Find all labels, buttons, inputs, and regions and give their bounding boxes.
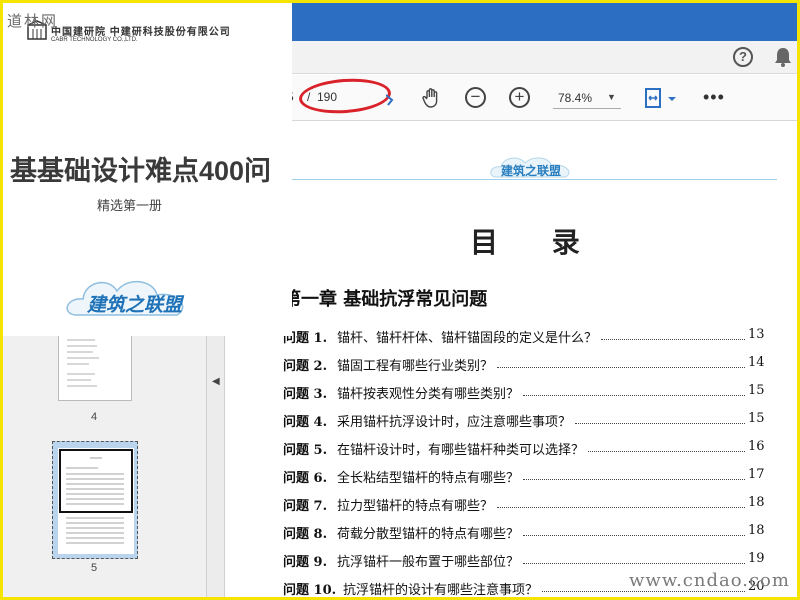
zoom-value: 78.4%	[558, 91, 593, 105]
page-fit-icon[interactable]	[644, 87, 678, 111]
chevron-down-icon: ▼	[607, 92, 616, 102]
toc-entry-number: 问题 9.	[283, 555, 328, 570]
toc-entry[interactable]: 问题 1. 锚杆、锚杆杆体、锚杆锚固段的定义是什么？ 13	[283, 327, 765, 347]
toc-entry-page: 18	[748, 523, 765, 538]
toc-entry-number: 问题 10.	[283, 583, 337, 598]
thumbnail-preview	[58, 448, 134, 554]
thumbnail-label: 4	[91, 411, 98, 423]
toc-entry-page: 18	[748, 495, 765, 510]
header-logo-icon: 建筑之联盟	[490, 157, 570, 178]
toc-entry[interactable]: 问题 8. 荷载分散型锚杆的特点有哪些？ 18	[283, 523, 765, 543]
toc-entry-question: 荷载分散型锚杆的特点有哪些？	[337, 527, 520, 542]
toc-leader-dots	[523, 556, 745, 564]
toc-entry-question: 抗浮锚杆的设计有哪些注意事项？	[343, 583, 539, 598]
brand-logo-icon: 建筑之联盟	[66, 281, 185, 316]
toc-entry-number: 问题 7.	[283, 499, 328, 514]
toc-entry-page: 16	[748, 439, 765, 454]
toc-entry-page: 13	[748, 327, 765, 342]
toc-entry-number: 问题 4.	[283, 415, 328, 430]
toc-entry[interactable]: 问题 6. 全长粘结型锚杆的特点有哪些？ 17	[283, 467, 765, 487]
chapter-heading: 第一章 基础抗浮常见问题	[283, 289, 488, 310]
toc-entry[interactable]: 问题 7. 拉力型锚杆的特点有哪些？ 18	[283, 495, 765, 515]
toc-entry-number: 问题 2.	[283, 359, 328, 374]
toc-entry-page: 15	[748, 411, 765, 426]
toc-entry[interactable]: 问题 2. 锚固工程有哪些行业类别？ 14	[283, 355, 765, 375]
toc-entry-number: 问题 8.	[283, 527, 328, 542]
toc-leader-dots	[523, 528, 745, 536]
pointer-icon	[386, 94, 394, 106]
watermark-bottom: www.cndao.com	[629, 570, 790, 591]
org-name: 中国建研院 中建研科技股份有限公司	[51, 27, 231, 38]
svg-text:建筑之联盟: 建筑之联盟	[500, 163, 561, 178]
cover-subtitle: 精选第一册	[97, 198, 163, 213]
more-options-icon[interactable]: •••	[703, 87, 725, 108]
toc-entry-question: 锚杆按表观性分类有哪些类别？	[337, 387, 520, 402]
toc-entry-question: 拉力型锚杆的特点有哪些？	[337, 499, 494, 514]
toc-entry[interactable]: 问题 5. 在锚杆设计时，有哪些锚杆种类可以选择？ 16	[283, 439, 765, 459]
app-window: t) ? 5 / 190 − + 78.4% ▼	[0, 0, 800, 600]
cover-overlay: 中国建研院 中建研科技股份有限公司 CABR TECHNOLOGY CO.,LT…	[3, 3, 292, 336]
cover-title: 基基础设计难点400问	[10, 156, 272, 186]
toc-entry-page: 15	[748, 383, 765, 398]
toc-leader-dots	[588, 444, 745, 452]
toc-entry-question: 全长粘结型锚杆的特点有哪些？	[337, 471, 520, 486]
zoom-out-icon[interactable]: −	[465, 87, 486, 108]
toc-leader-dots	[497, 360, 745, 368]
toc-entry[interactable]: 问题 9. 抗浮锚杆一般布置于哪些部位？ 19	[283, 551, 765, 571]
toc-entry-number: 问题 3.	[283, 387, 328, 402]
bell-icon[interactable]	[773, 46, 793, 68]
document-page: 建筑之联盟 目 录 第一章 基础抗浮常见问题 问题 1. 锚杆、锚杆杆体、锚杆锚固…	[225, 121, 797, 598]
help-icon[interactable]: ?	[733, 47, 753, 67]
toc-entry-question: 抗浮锚杆一般布置于哪些部位？	[337, 555, 520, 570]
toc-entry-question: 锚杆、锚杆杆体、锚杆锚固段的定义是什么？	[337, 331, 598, 346]
svg-text:建筑之联盟: 建筑之联盟	[86, 294, 185, 316]
chevron-left-icon: ◀	[212, 376, 220, 387]
toc-heading: 目 录	[470, 226, 602, 259]
toc-entry-question: 采用锚杆抗浮设计时，应注意哪些事项？	[337, 415, 572, 430]
zoom-in-icon[interactable]: +	[509, 87, 530, 108]
toc-entry-number: 问题 6.	[283, 471, 328, 486]
toc-leader-dots	[523, 472, 745, 480]
toc-leader-dots	[575, 416, 745, 424]
hand-tool-icon[interactable]	[420, 86, 444, 110]
toc-entry-page: 14	[748, 355, 765, 370]
annotation-ellipse	[297, 75, 393, 117]
watermark-top: 道林网	[7, 12, 59, 30]
toc-entry-page: 17	[748, 467, 765, 482]
toc-leader-dots	[497, 500, 745, 508]
thumbnail-page-5-selected[interactable]	[52, 441, 138, 559]
toc-entry-number: 问题 5.	[283, 443, 328, 458]
zoom-dropdown[interactable]: 78.4% ▼	[553, 89, 621, 109]
toc-entry[interactable]: 问题 3. 锚杆按表观性分类有哪些类别？ 15	[283, 383, 765, 403]
org-name-en: CABR TECHNOLOGY CO.,LTD.	[51, 37, 138, 43]
toc-entry-page: 19	[748, 551, 765, 566]
thumbnail-label: 5	[91, 562, 98, 574]
toc-leader-dots	[601, 332, 745, 340]
toc-entry[interactable]: 问题 4. 采用锚杆抗浮设计时，应注意哪些事项？ 15	[283, 411, 765, 431]
toc-entry-question: 锚固工程有哪些行业类别？	[337, 359, 494, 374]
toc-leader-dots	[523, 388, 745, 396]
toc-entry-question: 在锚杆设计时，有哪些锚杆种类可以选择？	[337, 443, 585, 458]
